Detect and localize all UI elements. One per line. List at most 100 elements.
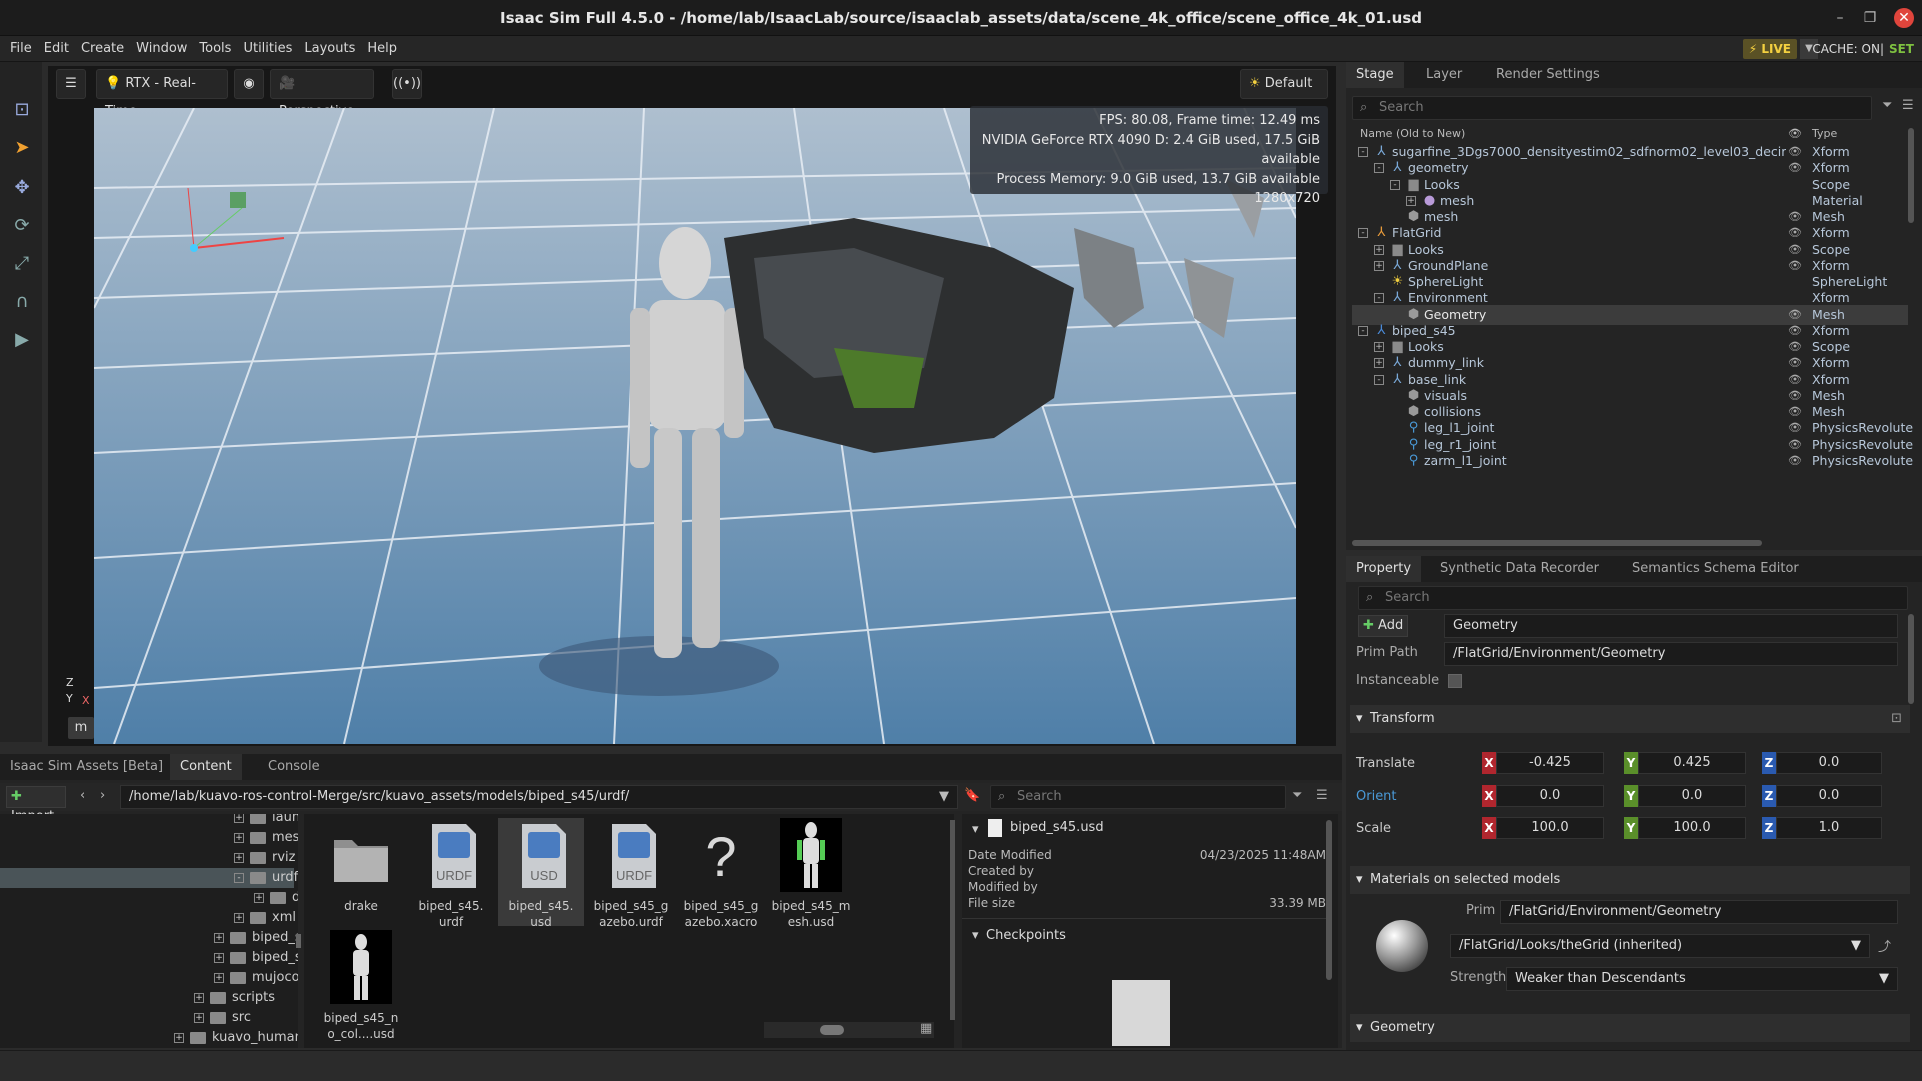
- collapse-icon[interactable]: ▾: [972, 928, 979, 943]
- file-tile[interactable]: URDF biped_s45. urdf: [408, 818, 494, 929]
- tab-synthetic-data-recorder[interactable]: Synthetic Data Recorder: [1430, 556, 1609, 582]
- details-scrollbar[interactable]: [1326, 820, 1332, 980]
- expand-toggle-icon[interactable]: +: [1374, 260, 1384, 271]
- folder-tree-row[interactable]: + mujoco_assets: [0, 968, 298, 988]
- expand-toggle-icon[interactable]: +: [174, 1033, 184, 1043]
- menu-layouts[interactable]: Layouts: [298, 36, 361, 62]
- move-icon[interactable]: ✥: [8, 174, 36, 202]
- back-icon[interactable]: ‹: [80, 788, 85, 803]
- prim-path-field[interactable]: /FlatGrid/Environment/Geometry: [1444, 642, 1898, 666]
- camera-button[interactable]: 🎥 Perspective: [270, 69, 374, 119]
- folder-tree-row[interactable]: + biped_s46: [0, 928, 298, 948]
- folder-tree-row[interactable]: + biped_s47: [0, 948, 298, 968]
- checkpoints-title[interactable]: Checkpoints: [986, 928, 1066, 943]
- file-tile[interactable]: USD biped_s45. usd: [498, 818, 584, 929]
- expand-toggle-icon[interactable]: -: [1358, 325, 1368, 336]
- file-tile[interactable]: biped_s45_n o_col....usd: [318, 930, 404, 1041]
- scale-z-field[interactable]: 1.0: [1776, 817, 1882, 839]
- stage-vertical-scrollbar[interactable]: [1908, 128, 1914, 223]
- folder-tree-row[interactable]: + launch: [0, 814, 298, 828]
- forward-icon[interactable]: ›: [100, 788, 105, 803]
- expand-toggle-icon[interactable]: +: [194, 1013, 204, 1023]
- content-search-input[interactable]: ⌕ Search: [990, 785, 1286, 809]
- content-path-field[interactable]: /home/lab/kuavo-ros-control-Merge/src/ku…: [120, 785, 958, 809]
- tab-layer[interactable]: Layer: [1416, 62, 1472, 88]
- menu-help[interactable]: Help: [361, 36, 403, 62]
- file-tile[interactable]: URDF biped_s45_g azebo.urdf: [588, 818, 674, 929]
- import-button[interactable]: ✚ Import: [6, 786, 66, 824]
- scale-x-field[interactable]: 100.0: [1496, 817, 1604, 839]
- filter-icon[interactable]: ⏷: [1292, 788, 1302, 803]
- orient-y-field[interactable]: 0.0: [1638, 785, 1746, 807]
- renderer-button[interactable]: 💡 RTX - Real-Time: [96, 69, 228, 119]
- file-grid-vscroll[interactable]: [950, 820, 955, 1020]
- prim-name-field[interactable]: Geometry: [1444, 614, 1898, 638]
- close-button[interactable]: ✕: [1894, 8, 1914, 28]
- scale-y-field[interactable]: 100.0: [1638, 817, 1746, 839]
- tab-property[interactable]: Property: [1346, 556, 1422, 582]
- file-tile[interactable]: biped_s45_m esh.usd: [768, 818, 854, 929]
- folder-tree-row[interactable]: + kuavo_humanoid_sdk: [0, 1028, 298, 1048]
- tab-console[interactable]: Console: [258, 754, 330, 780]
- live-button[interactable]: ⚡ LIVE: [1742, 39, 1797, 59]
- select-icon[interactable]: ➤: [8, 134, 36, 162]
- stage-row[interactable]: ⚲ zarm_l1_joint 👁 PhysicsRevolute: [1352, 451, 1913, 471]
- transform-section-header[interactable]: ▾ Transform ⊡: [1350, 705, 1910, 733]
- expand-toggle-icon[interactable]: +: [214, 933, 224, 943]
- menu-utilities[interactable]: Utilities: [237, 36, 298, 62]
- strength-select[interactable]: Weaker than Descendants ▼: [1506, 967, 1898, 991]
- magnet-icon[interactable]: ∩: [8, 288, 36, 316]
- tab-stage[interactable]: Stage: [1346, 62, 1404, 88]
- menu-edit[interactable]: Edit: [38, 36, 75, 62]
- menu-file[interactable]: File: [4, 36, 38, 62]
- material-prim-field[interactable]: /FlatGrid/Environment/Geometry: [1500, 900, 1898, 924]
- visibility-eye-icon[interactable]: 👁: [1788, 451, 1802, 471]
- materials-section-header[interactable]: ▾ Materials on selected models: [1350, 866, 1910, 894]
- expand-toggle-icon[interactable]: +: [1374, 244, 1384, 255]
- stage-horizontal-scrollbar[interactable]: [1352, 540, 1762, 546]
- expand-toggle-icon[interactable]: -: [1374, 293, 1384, 304]
- stage-search-input[interactable]: ⌕ Search: [1352, 96, 1872, 120]
- menu-window[interactable]: Window: [130, 36, 193, 62]
- file-tile[interactable]: drake: [318, 818, 404, 926]
- options-icon[interactable]: ☰: [1902, 98, 1914, 113]
- cache-status[interactable]: CACHE: ON|: [1812, 39, 1884, 59]
- expand-toggle-icon[interactable]: -: [1374, 374, 1384, 385]
- expand-toggle-icon[interactable]: +: [234, 833, 244, 843]
- expand-toggle-icon[interactable]: +: [254, 893, 264, 903]
- expand-toggle-icon[interactable]: +: [1374, 342, 1384, 352]
- menu-tools[interactable]: Tools: [193, 36, 237, 62]
- material-select[interactable]: /FlatGrid/Looks/theGrid (inherited) ▼: [1450, 934, 1870, 958]
- lighting-button[interactable]: ☀ Default: [1240, 69, 1328, 99]
- expand-toggle-icon[interactable]: -: [1358, 228, 1368, 239]
- tab-render-settings[interactable]: Render Settings: [1486, 62, 1610, 88]
- type-column-header[interactable]: Type: [1812, 127, 1837, 140]
- expand-toggle-icon[interactable]: +: [234, 814, 244, 823]
- transform-menu-icon[interactable]: ⊡: [1891, 705, 1902, 733]
- folder-tree-scrollbar[interactable]: [296, 934, 301, 948]
- add-button[interactable]: ✚ Add: [1358, 615, 1408, 637]
- filter-icon[interactable]: ⏷: [1882, 98, 1892, 113]
- menu-create[interactable]: Create: [75, 36, 130, 62]
- property-scrollbar[interactable]: [1908, 614, 1914, 704]
- folder-tree-row[interactable]: + rviz: [0, 848, 295, 868]
- expand-toggle-icon[interactable]: -: [1390, 179, 1400, 190]
- tab-content[interactable]: Content: [170, 754, 242, 780]
- bookmark-icon[interactable]: 🔖: [964, 788, 980, 803]
- expand-toggle-icon[interactable]: -: [1358, 147, 1368, 157]
- translate-y-field[interactable]: 0.425: [1638, 752, 1746, 774]
- snap-icon[interactable]: ⊡: [8, 96, 36, 124]
- grid-view-icon[interactable]: ▦: [920, 1021, 932, 1036]
- folder-tree-row[interactable]: + scripts: [0, 988, 294, 1008]
- orient-x-field[interactable]: 0.0: [1496, 785, 1604, 807]
- translate-x-field[interactable]: -0.425: [1496, 752, 1604, 774]
- expand-toggle-icon[interactable]: +: [1406, 195, 1416, 206]
- scale-icon[interactable]: ⤢: [8, 250, 36, 278]
- options-icon[interactable]: ☰: [1316, 788, 1328, 803]
- expand-toggle-icon[interactable]: +: [214, 973, 224, 983]
- translate-z-field[interactable]: 0.0: [1776, 752, 1882, 774]
- rotate-icon[interactable]: ⟳: [8, 212, 36, 240]
- settings-icon[interactable]: ☰: [56, 69, 86, 99]
- file-grid-hscroll-thumb[interactable]: [820, 1025, 844, 1035]
- file-tile[interactable]: ? biped_s45_g azebo.xacro: [678, 818, 764, 929]
